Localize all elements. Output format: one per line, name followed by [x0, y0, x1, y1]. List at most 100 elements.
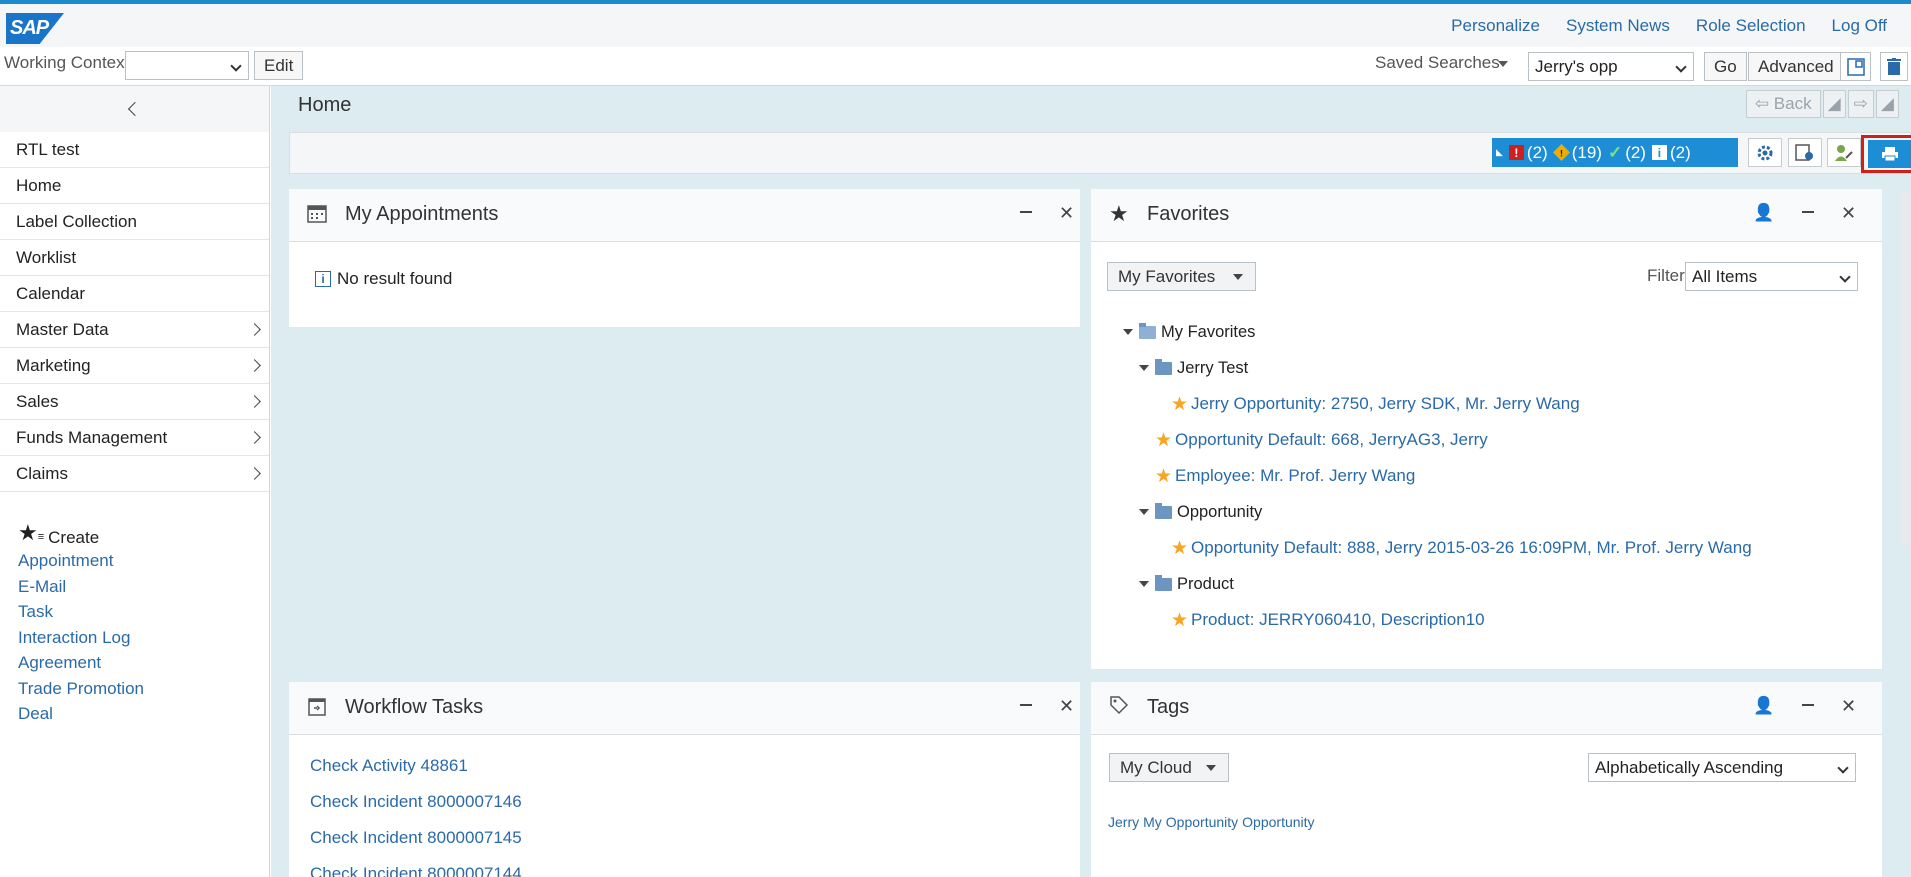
create-interaction-log-link[interactable]: Interaction Log — [18, 625, 144, 651]
nav-item-claims[interactable]: Claims — [0, 456, 269, 492]
info-icon: i — [315, 271, 331, 287]
system-news-link[interactable]: System News — [1566, 16, 1670, 36]
workflow-task-link[interactable]: Check Incident 8000007146 — [310, 792, 522, 812]
appointments-panel: My Appointments ✕ i No result found — [289, 189, 1080, 327]
nav-item-rtl-test[interactable]: RTL test — [0, 132, 269, 168]
main-content: Home ⇦ Back ◢ ⇨ ◢ ◣ ! (2) ! (19) ✓ (2) i (2) — [271, 86, 1911, 877]
create-appointment-link[interactable]: Appointment — [18, 548, 144, 574]
appointments-title: My Appointments — [345, 203, 499, 225]
back-button[interactable]: ⇦ Back — [1745, 90, 1821, 118]
nav-item-marketing[interactable]: Marketing — [0, 348, 269, 384]
scrollbar[interactable] — [1901, 189, 1909, 549]
header-links: Personalize System News Role Selection L… — [1451, 16, 1887, 36]
create-agreement-link[interactable]: Agreement — [18, 650, 144, 676]
create-task-link[interactable]: Task — [18, 599, 144, 625]
save-search-icon[interactable] — [1840, 52, 1871, 81]
collapse-nav-button[interactable] — [0, 86, 269, 132]
create-email-link[interactable]: E-Mail — [18, 574, 144, 600]
edit-button[interactable]: Edit — [254, 51, 304, 80]
print-icon[interactable] — [1868, 140, 1911, 168]
minimize-icon[interactable] — [1802, 704, 1814, 706]
expand-icon — [1123, 329, 1133, 335]
minimize-icon[interactable] — [1020, 211, 1032, 213]
back-label: Back — [1773, 94, 1812, 113]
info-messages[interactable]: i (2) — [1651, 143, 1691, 163]
workflow-task-link[interactable]: Check Incident 8000007145 — [310, 828, 522, 848]
create-trade-promotion-link[interactable]: Trade Promotion — [18, 676, 144, 702]
error-messages[interactable]: ! (2) — [1508, 143, 1548, 163]
tree-favorite-item[interactable]: ★ Opportunity Default: 888, Jerry 2015-0… — [1171, 537, 1752, 559]
settings-gear-icon[interactable] — [1748, 138, 1782, 167]
sort-select[interactable]: Alphabetically Ascending — [1588, 753, 1856, 782]
favorite-link[interactable]: Product: JERRY060410, Description10 — [1191, 610, 1485, 630]
message-bar[interactable]: ◣ ! (2) ! (19) ✓ (2) i (2) — [1492, 138, 1738, 167]
tree-folder[interactable]: Jerry Test — [1139, 357, 1248, 379]
tree-favorite-item[interactable]: ★ Opportunity Default: 668, JerryAG3, Je… — [1155, 429, 1488, 451]
go-button[interactable]: Go — [1704, 52, 1747, 81]
error-icon: ! — [1508, 145, 1524, 160]
personalize-link[interactable]: Personalize — [1451, 16, 1540, 36]
nav-item-funds-management[interactable]: Funds Management — [0, 420, 269, 456]
nav-item-calendar[interactable]: Calendar — [0, 276, 269, 312]
my-cloud-dropdown[interactable]: My Cloud — [1109, 753, 1229, 782]
chevron-right-icon — [248, 359, 261, 372]
checkmark-icon: ✓ — [1607, 142, 1623, 162]
delete-icon[interactable] — [1880, 52, 1908, 81]
nav-item-label: Sales — [16, 392, 59, 411]
warning-messages[interactable]: ! (19) — [1552, 143, 1602, 163]
personalize-person-icon[interactable]: 👤 — [1753, 203, 1774, 223]
favorite-link[interactable]: Employee: Mr. Prof. Jerry Wang — [1175, 466, 1415, 486]
create-section: ★≡ Create Appointment E-Mail Task Intera… — [18, 522, 144, 727]
success-messages[interactable]: ✓ (2) — [1608, 143, 1646, 163]
nav-item-label: Marketing — [16, 356, 91, 375]
favorite-link[interactable]: Jerry Opportunity: 2750, Jerry SDK, Mr. … — [1191, 394, 1580, 414]
saved-searches-dropdown-icon[interactable] — [1498, 61, 1508, 67]
minimize-icon[interactable] — [1020, 704, 1032, 706]
create-deal-link[interactable]: Deal — [18, 701, 144, 727]
close-icon[interactable]: ✕ — [1841, 696, 1856, 717]
workflow-task-link[interactable]: Check Activity 48861 — [310, 756, 468, 776]
nav-item-master-data[interactable]: Master Data — [0, 312, 269, 348]
nav-item-label: Home — [16, 176, 62, 195]
tree-favorite-item[interactable]: ★ Employee: Mr. Prof. Jerry Wang — [1155, 465, 1415, 487]
minimize-icon[interactable] — [1802, 211, 1814, 213]
filter-select[interactable]: All Items — [1685, 262, 1858, 291]
advanced-button[interactable]: Advanced — [1748, 52, 1844, 81]
log-off-link[interactable]: Log Off — [1832, 16, 1887, 36]
forward-history-dropdown[interactable]: ◢ — [1875, 90, 1899, 118]
back-history-dropdown[interactable]: ◢ — [1822, 90, 1846, 118]
tree-folder[interactable]: Product — [1139, 573, 1234, 595]
tree-root[interactable]: My Favorites — [1123, 321, 1255, 343]
close-icon[interactable]: ✕ — [1059, 696, 1074, 717]
nav-item-home[interactable]: Home — [0, 168, 269, 204]
nav-item-label: Funds Management — [16, 428, 168, 447]
tree-favorite-item[interactable]: ★ Product: JERRY060410, Description10 — [1171, 609, 1485, 631]
favorite-link[interactable]: Opportunity Default: 668, JerryAG3, Jerr… — [1175, 430, 1488, 450]
workflow-task-link[interactable]: Check Incident 8000007144 — [310, 864, 522, 877]
personalize-person-icon[interactable]: 👤 — [1753, 696, 1774, 716]
close-icon[interactable]: ✕ — [1059, 203, 1074, 224]
close-icon[interactable]: ✕ — [1841, 203, 1856, 224]
nav-item-sales[interactable]: Sales — [0, 384, 269, 420]
workflow-title: Workflow Tasks — [345, 696, 484, 718]
role-selection-link[interactable]: Role Selection — [1696, 16, 1806, 36]
saved-search-select[interactable]: Jerry's opp — [1528, 52, 1694, 81]
nav-item-label: RTL test — [16, 140, 80, 159]
working-context-select[interactable] — [125, 51, 249, 80]
tree-root-label: My Favorites — [1161, 322, 1256, 341]
my-favorites-dropdown[interactable]: My Favorites — [1107, 262, 1257, 291]
tag-link[interactable]: Jerry — [1108, 814, 1139, 830]
chevron-right-icon — [248, 395, 261, 408]
chevron-right-icon — [248, 323, 261, 336]
user-settings-icon[interactable] — [1827, 138, 1861, 167]
tree-favorite-item[interactable]: ★ Jerry Opportunity: 2750, Jerry SDK, Mr… — [1171, 393, 1580, 415]
nav-item-worklist[interactable]: Worklist — [0, 240, 269, 276]
nav-item-label-collection[interactable]: Label Collection — [0, 204, 269, 240]
tree-folder[interactable]: Opportunity — [1139, 501, 1262, 523]
tag-link[interactable]: My — [1143, 814, 1162, 830]
personalize-page-icon[interactable] — [1788, 138, 1822, 167]
tag-link[interactable]: Opportunity — [1242, 814, 1314, 830]
favorite-link[interactable]: Opportunity Default: 888, Jerry 2015-03-… — [1191, 538, 1752, 558]
tag-link[interactable]: Opportunity — [1166, 814, 1238, 830]
forward-button[interactable]: ⇨ — [1847, 90, 1874, 118]
